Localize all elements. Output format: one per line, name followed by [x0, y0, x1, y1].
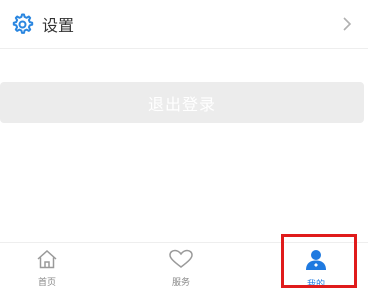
tab-home[interactable]: 首页 [22, 243, 72, 292]
heart-icon [168, 243, 194, 273]
settings-label: 设置 [42, 16, 75, 35]
settings-row[interactable]: 设置 [0, 0, 368, 49]
gear-icon [10, 12, 34, 36]
tab-service[interactable]: 服务 [155, 243, 207, 292]
chevron-right-icon [342, 15, 352, 33]
tab-home-label: 首页 [37, 278, 56, 288]
home-icon [36, 243, 58, 273]
logout-button[interactable]: 退出登录 [0, 82, 364, 123]
tab-service-label: 服务 [171, 278, 190, 288]
highlight-box [281, 234, 357, 288]
logout-label: 退出登录 [147, 94, 216, 114]
